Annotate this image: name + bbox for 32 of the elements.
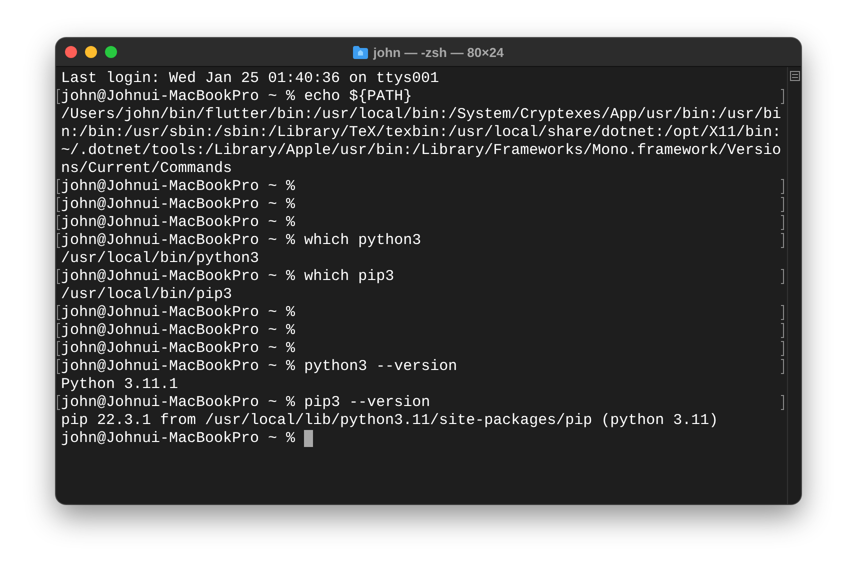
output-text: /usr/local/bin/pip3: [61, 286, 232, 303]
command-text: which python3: [304, 232, 422, 249]
prompt-text: john@Johnui-MacBookPro ~ %: [61, 340, 296, 357]
prompt-text: john@Johnui-MacBookPro ~ %: [61, 88, 296, 105]
command-text: python3 --version: [304, 358, 458, 375]
command-text: which pip3: [304, 268, 394, 285]
prompt-text: john@Johnui-MacBookPro ~ %: [61, 178, 296, 195]
close-button[interactable]: [65, 46, 77, 58]
output-text: n:/bin:/usr/sbin:/sbin:/Library/TeX/texbin:/usr/local/share/dotnet:/opt/X11/bin:: [61, 124, 782, 141]
menu-icon[interactable]: [790, 71, 800, 81]
prompt-text: john@Johnui-MacBookPro ~ %: [61, 358, 296, 375]
output-text: ns/Current/Commands: [61, 160, 232, 177]
prompt-text: john@Johnui-MacBookPro ~ %: [61, 196, 296, 213]
prompt-text: john@Johnui-MacBookPro ~ %: [61, 232, 296, 249]
output-text: ~/.dotnet/tools:/Library/Apple/usr/bin:/Library/Frameworks/Mono.framework/Versio: [61, 142, 782, 159]
folder-icon: [353, 46, 368, 58]
window-title: john — -zsh — 80×24: [373, 44, 504, 60]
output-text: /usr/local/bin/python3: [61, 250, 260, 267]
output-text: Last login: Wed Jan 25 01:40:36 on ttys001: [61, 70, 440, 87]
prompt-text: john@Johnui-MacBookPro ~ %: [61, 322, 296, 339]
zoom-button[interactable]: [105, 46, 117, 58]
prompt-text: john@Johnui-MacBookPro ~ %: [61, 430, 296, 447]
output-text: Python 3.11.1: [61, 376, 178, 393]
command-text: echo ${PATH}: [304, 88, 412, 105]
command-text: pip3 --version: [304, 394, 430, 411]
output-text: /Users/john/bin/flutter/bin:/usr/local/bin:/System/Cryptexes/App/usr/bin:/usr/bi: [61, 106, 782, 123]
prompt-text: john@Johnui-MacBookPro ~ %: [61, 394, 296, 411]
prompt-text: john@Johnui-MacBookPro ~ %: [61, 304, 296, 321]
output-text: pip 22.3.1 from /usr/local/lib/python3.11/site-packages/pip (python 3.11): [61, 412, 718, 429]
prompt-text: john@Johnui-MacBookPro ~ %: [61, 214, 296, 231]
minimize-button[interactable]: [85, 46, 97, 58]
prompt-text: john@Johnui-MacBookPro ~ %: [61, 268, 296, 285]
